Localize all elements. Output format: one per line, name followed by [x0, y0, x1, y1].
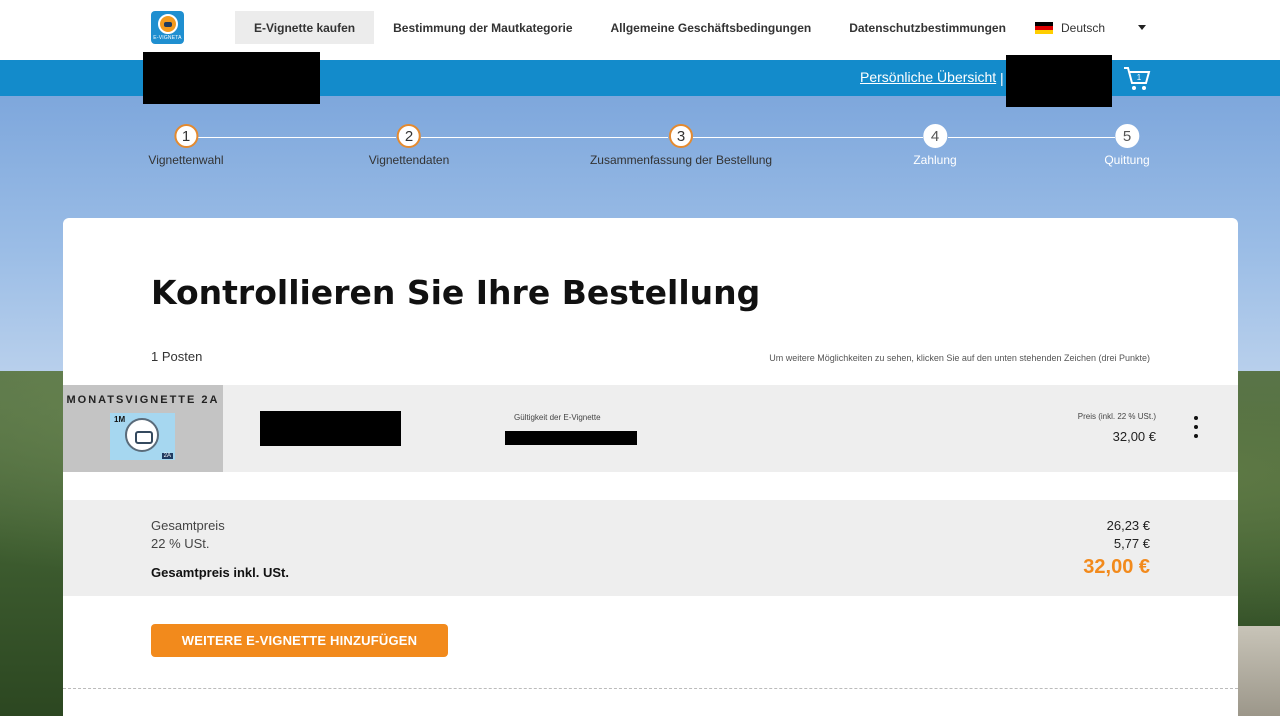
separator: |	[1000, 70, 1004, 86]
step-connector	[198, 137, 396, 138]
language-selector[interactable]: Deutsch	[1035, 18, 1150, 38]
redacted-block	[143, 52, 320, 104]
step-number: 4	[923, 124, 947, 148]
car-icon	[125, 418, 159, 452]
step-number: 5	[1115, 124, 1139, 148]
step-label: Quittung	[1104, 153, 1150, 167]
item-count: 1 Posten	[151, 349, 203, 364]
step-number: 1	[173, 124, 198, 148]
step-1[interactable]: 1 Vignettenwahl	[148, 124, 224, 167]
cart-icon[interactable]: 1	[1123, 66, 1151, 92]
nav-item-mautkategorie[interactable]: Bestimmung der Mautkategorie	[374, 11, 591, 44]
step-5: 5 Quittung	[1104, 124, 1150, 167]
step-number: 3	[668, 124, 693, 148]
redacted-block	[1006, 55, 1112, 107]
language-label: Deutsch	[1061, 21, 1106, 35]
nav-item-datenschutz[interactable]: Datenschutzbestimmungen	[830, 11, 1025, 44]
step-label: Zahlung	[913, 153, 957, 167]
step-label: Vignettenwahl	[148, 153, 224, 167]
checkout-stepper: 1 Vignettenwahl 2 Vignettendaten 3 Zusam…	[0, 124, 1280, 174]
net-total-label: Gesamtpreis	[151, 518, 225, 533]
redacted-block	[505, 431, 637, 445]
add-e-vignette-button[interactable]: WEITERE E-VIGNETTE HINZUFÜGEN	[151, 624, 448, 657]
gross-total-label: Gesamtpreis inkl. USt.	[151, 565, 289, 580]
page-title: Kontrollieren Sie Ihre Bestellung	[151, 273, 761, 312]
nav-menu: E-Vignette kaufen Bestimmung der Mautkat…	[235, 11, 1025, 44]
nav-item-agb[interactable]: Allgemeine Geschäftsbedingungen	[592, 11, 831, 44]
step-3: 3 Zusammenfassung der Bestellung	[590, 124, 772, 167]
german-flag-icon	[1035, 22, 1053, 34]
order-summary-card: Kontrollieren Sie Ihre Bestellung 1 Post…	[63, 218, 1238, 716]
vignette-badge-image: 1M 2A	[110, 413, 175, 460]
more-options-icon[interactable]	[1192, 416, 1200, 438]
order-item-row: MONATSVIGNETTE 2A 1M 2A Gültigkeit der E…	[63, 385, 1238, 472]
step-label: Zusammenfassung der Bestellung	[589, 153, 773, 167]
totals-section: Gesamtpreis 26,23 € 22 % USt. 5,77 € Ges…	[63, 500, 1238, 596]
vignette-thumbnail: MONATSVIGNETTE 2A 1M 2A	[63, 385, 223, 472]
vignette-name: MONATSVIGNETTE 2A	[66, 394, 220, 406]
validity-label: Gültigkeit der E-Vignette	[514, 413, 601, 422]
vat-value: 5,77 €	[1113, 536, 1150, 551]
step-2[interactable]: 2 Vignettendaten	[368, 124, 450, 167]
redacted-block	[260, 411, 401, 446]
personal-overview-link[interactable]: Persönliche Übersicht	[860, 69, 996, 85]
site-logo[interactable]: E-VIGNETA	[151, 11, 184, 44]
step-4: 4 Zahlung	[913, 124, 957, 167]
step-connector	[948, 137, 1115, 138]
logo-text: E-VIGNETA	[153, 35, 182, 41]
vignette-duration: 1M	[114, 415, 126, 424]
item-price: 32,00 €	[1112, 429, 1156, 444]
step-label: Vignettendaten	[368, 153, 450, 167]
net-total-value: 26,23 €	[1106, 518, 1150, 533]
price-label: Preis (inkl. 22 % USt.)	[1077, 412, 1156, 421]
vat-label: 22 % USt.	[151, 536, 210, 551]
nav-item-e-vignette-kaufen[interactable]: E-Vignette kaufen	[235, 11, 375, 44]
cart-count: 1	[1137, 73, 1142, 82]
step-number: 2	[397, 124, 421, 148]
divider	[63, 688, 1238, 689]
options-hint: Um weitere Möglichkeiten zu sehen, klick…	[769, 353, 1150, 363]
logo-car-icon	[157, 14, 178, 34]
gross-total-value: 32,00 €	[1083, 556, 1150, 578]
vignette-class: 2A	[161, 453, 173, 459]
chevron-down-icon	[1138, 25, 1146, 30]
top-navigation: E-VIGNETA E-Vignette kaufen Bestimmung d…	[0, 0, 1280, 60]
